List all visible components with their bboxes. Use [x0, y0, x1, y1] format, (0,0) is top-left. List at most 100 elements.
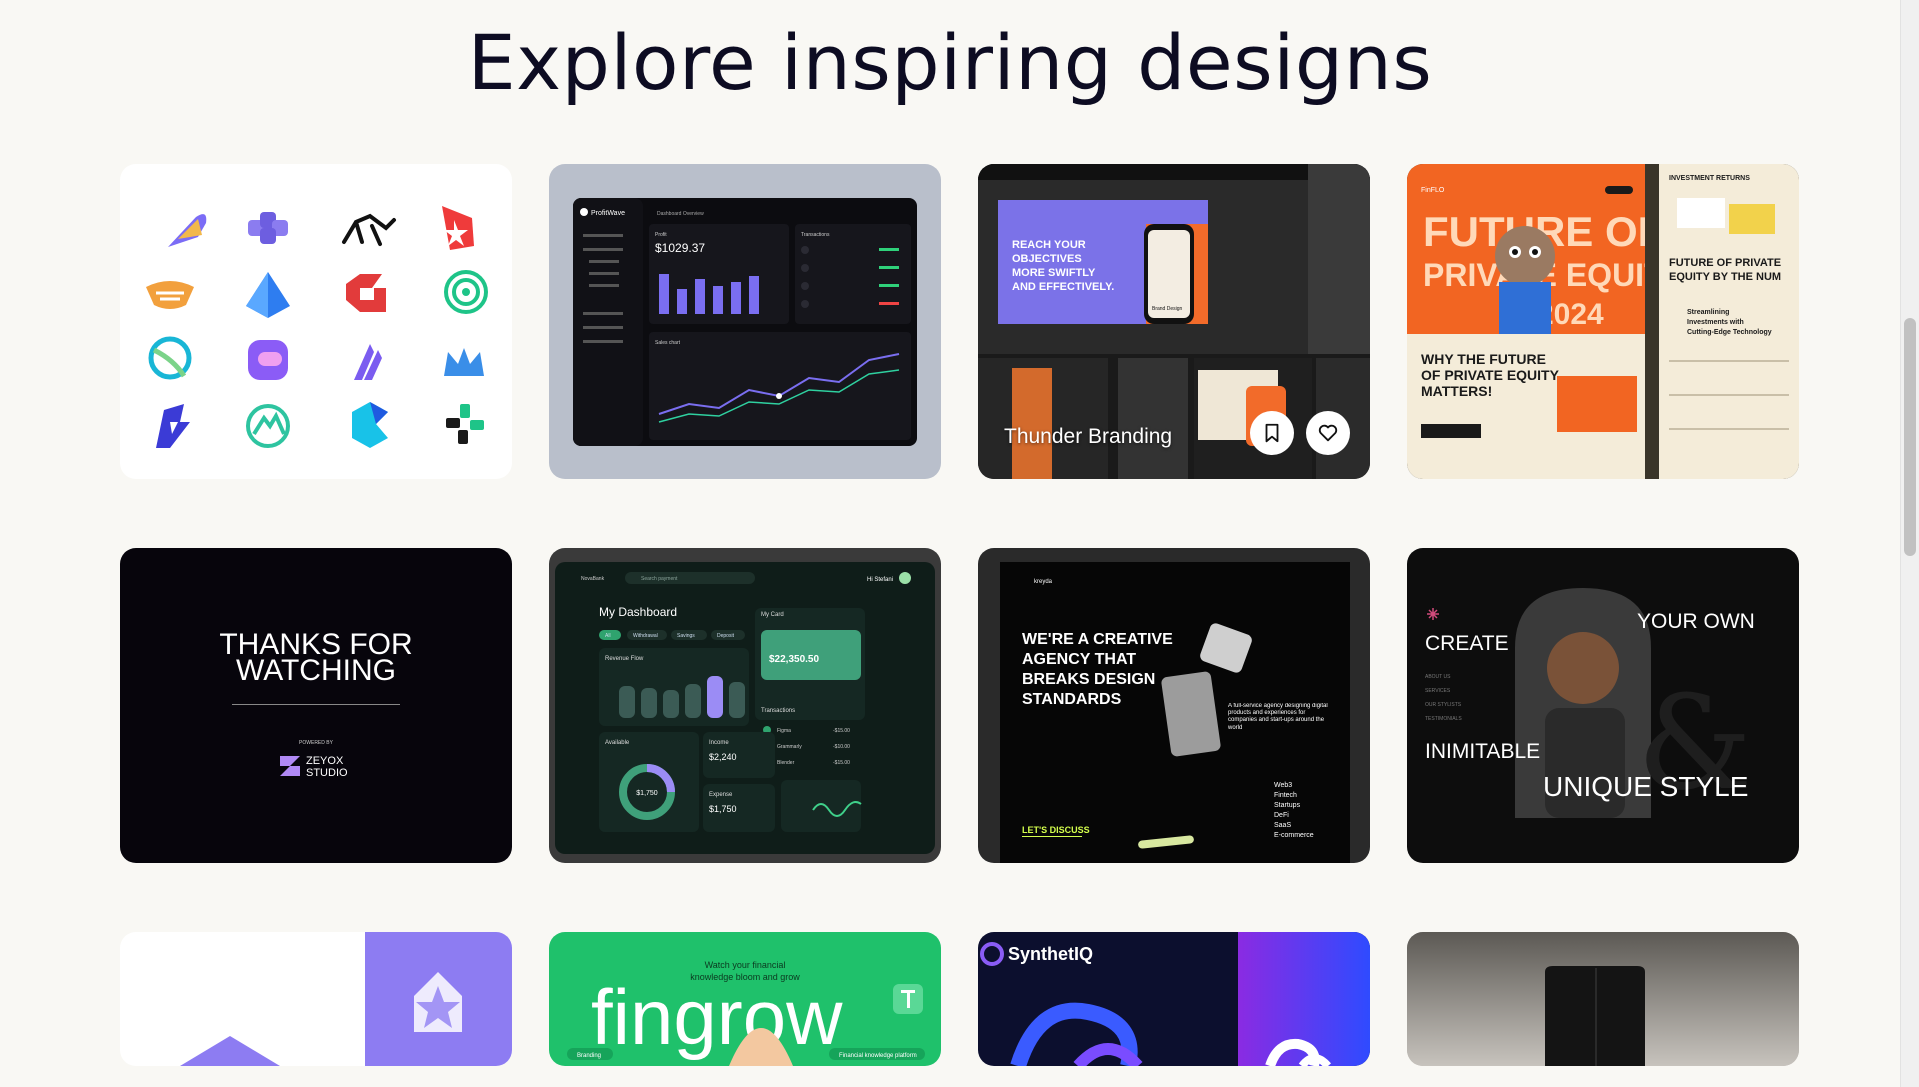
shot-card-synthetiq[interactable]: SynthetIQ [978, 932, 1370, 1066]
svg-text:NovaBank: NovaBank [581, 576, 605, 582]
svg-text:Brand Design: Brand Design [1152, 306, 1183, 312]
save-button[interactable] [1250, 411, 1294, 455]
svg-text:Fintech: Fintech [1274, 792, 1297, 799]
like-button[interactable] [1306, 411, 1350, 455]
svg-text:kreyda: kreyda [1034, 579, 1053, 585]
svg-text:Transactions: Transactions [761, 708, 795, 714]
profitwave-app-name: ProfitWave [591, 210, 625, 217]
svg-text:STANDARDS: STANDARDS [1022, 691, 1122, 708]
device-art [1407, 932, 1799, 1066]
svg-text:Streamlining: Streamlining [1687, 309, 1729, 316]
svg-text:WHY THE FUTURE: WHY THE FUTURE [1421, 351, 1546, 367]
svg-text:Cutting-Edge Technology: Cutting-Edge Technology [1687, 329, 1772, 336]
star-logo-art [180, 932, 512, 1066]
svg-text:E-commerce: E-commerce [1274, 832, 1314, 839]
svg-text:-$10.00: -$10.00 [833, 744, 850, 750]
finflo-art: FinFLO FUTURE OF PRIVATE EQUITY 2024 WHY… [1407, 164, 1799, 479]
shot-card-thunder-branding[interactable]: REACH YOUR OBJECTIVES MORE SWIFTLY AND E… [978, 164, 1370, 479]
svg-text:Expense: Expense [709, 792, 733, 798]
svg-text:MATTERS!: MATTERS! [1421, 383, 1492, 399]
shot-card-device[interactable] [1407, 932, 1799, 1066]
svg-text:Hi Stefani: Hi Stefani [867, 577, 893, 583]
svg-text:TESTIMONIALS: TESTIMONIALS [1425, 716, 1462, 722]
svg-text:My Card: My Card [761, 612, 784, 618]
shot-card-star-logo[interactable] [120, 932, 512, 1066]
shot-card-kreyda[interactable]: kreyda WE'RE A CREATIVE AGENCY THAT BREA… [978, 548, 1370, 863]
svg-text:Branding: Branding [577, 1053, 601, 1059]
shot-card-logos[interactable] [120, 164, 512, 479]
svg-text:Revenue Flow: Revenue Flow [605, 656, 644, 662]
svg-text:$1,750: $1,750 [636, 790, 658, 797]
logo-collection-art [146, 206, 488, 448]
synthetiq-art: SynthetIQ [980, 932, 1370, 1066]
svg-text:FUTURE OF PRIVATE: FUTURE OF PRIVATE [1669, 257, 1781, 269]
svg-text:REACH YOUR: REACH YOUR [1012, 239, 1086, 251]
profitwave-dashboard-art: ProfitWave Dashboard Overview Profit $10… [573, 198, 917, 446]
svg-text:INVESTMENT RETURNS: INVESTMENT RETURNS [1669, 175, 1750, 182]
svg-text:EQUITY BY THE NUM: EQUITY BY THE NUM [1669, 271, 1781, 283]
fingrow-art: Watch your financial knowledge bloom and… [567, 960, 925, 1066]
synthetiq-wordmark: SynthetIQ [1008, 944, 1093, 964]
svg-text:WATCHING: WATCHING [236, 654, 396, 687]
svg-text:AGENCY THAT: AGENCY THAT [1022, 651, 1136, 668]
svg-text:$1,750: $1,750 [709, 804, 737, 814]
svg-text:$22,350.50: $22,350.50 [769, 654, 819, 665]
svg-text:OUR STYLISTS: OUR STYLISTS [1425, 702, 1462, 708]
svg-text:Search payment: Search payment [641, 576, 678, 582]
svg-text:Deposit: Deposit [717, 633, 735, 639]
shot-card-profitwave[interactable]: ProfitWave Dashboard Overview Profit $10… [549, 164, 941, 479]
novabank-art: NovaBank Search payment Hi Stefani My Da… [555, 562, 935, 854]
svg-text:Financial knowledge platform: Financial knowledge platform [839, 1053, 917, 1059]
svg-text:CREATE: CREATE [1425, 632, 1509, 655]
svg-text:$2,240: $2,240 [709, 752, 737, 762]
svg-text:Withdrawal: Withdrawal [633, 633, 658, 639]
scrollbar-thumb[interactable] [1904, 318, 1916, 556]
shot-card-finflo[interactable]: FinFLO FUTURE OF PRIVATE EQUITY 2024 WHY… [1407, 164, 1799, 479]
svg-text:Transactions: Transactions [801, 232, 830, 238]
svg-text:Available: Available [605, 740, 630, 746]
svg-text:POWERED BY: POWERED BY [299, 740, 334, 746]
unique-style-art: & YOUR OWN CREATE INIMITABLE UNIQUE STYL… [1425, 588, 1755, 819]
svg-text:LET'S DISCUSS: LET'S DISCUSS [1022, 825, 1090, 835]
profit-value: $1029.37 [655, 241, 705, 255]
svg-text:SaaS: SaaS [1274, 822, 1291, 829]
shot-card-fingrow[interactable]: Watch your financial knowledge bloom and… [549, 932, 941, 1066]
page-scrollbar[interactable] [1900, 0, 1919, 1087]
svg-text:ABOUT US: ABOUT US [1425, 674, 1451, 680]
svg-text:-$15.00: -$15.00 [833, 728, 850, 734]
svg-text:WE'RE A CREATIVE: WE'RE A CREATIVE [1022, 631, 1173, 648]
svg-text:Blender: Blender [777, 760, 795, 766]
svg-text:UNIQUE STYLE: UNIQUE STYLE [1543, 771, 1748, 802]
svg-text:DeFi: DeFi [1274, 812, 1289, 819]
svg-text:YOUR OWN: YOUR OWN [1637, 610, 1755, 633]
svg-text:Dashboard Overview: Dashboard Overview [657, 211, 704, 217]
shot-title: Thunder Branding [1004, 425, 1173, 448]
svg-text:All: All [605, 633, 611, 639]
svg-text:AND EFFECTIVELY.: AND EFFECTIVELY. [1012, 281, 1114, 293]
svg-text:STUDIO: STUDIO [306, 767, 348, 779]
svg-text:Investments with: Investments with [1687, 319, 1744, 326]
svg-text:Startups: Startups [1274, 802, 1301, 809]
shot-card-novabank[interactable]: NovaBank Search payment Hi Stefani My Da… [549, 548, 941, 863]
svg-text:Sales chart: Sales chart [655, 340, 681, 346]
svg-text:-$15.00: -$15.00 [833, 760, 850, 766]
svg-text:BREAKS DESIGN: BREAKS DESIGN [1022, 671, 1155, 688]
shots-grid: ProfitWave Dashboard Overview Profit $10… [120, 164, 1799, 1066]
svg-text:INIMITABLE: INIMITABLE [1425, 740, 1540, 763]
svg-text:Grammarly: Grammarly [777, 744, 802, 750]
svg-text:Income: Income [709, 740, 729, 746]
shot-card-unique-style[interactable]: & YOUR OWN CREATE INIMITABLE UNIQUE STYL… [1407, 548, 1799, 863]
thanks-art: THANKS FOR WATCHING POWERED BY ZEYOX STU… [219, 628, 412, 779]
shot-card-thanks[interactable]: THANKS FOR WATCHING POWERED BY ZEYOX STU… [120, 548, 512, 863]
svg-text:MORE SWIFTLY: MORE SWIFTLY [1012, 267, 1096, 279]
svg-text:FinFLO: FinFLO [1421, 187, 1445, 194]
page-title: Explore inspiring designs [467, 18, 1433, 107]
fingrow-wordmark: fingrow [591, 973, 843, 1061]
svg-text:Profit: Profit [655, 232, 667, 238]
heart-icon [1318, 424, 1338, 442]
kreyda-art: kreyda WE'RE A CREATIVE AGENCY THAT BREA… [1000, 562, 1350, 863]
svg-text:My Dashboard: My Dashboard [599, 605, 677, 619]
svg-text:Watch your financial: Watch your financial [705, 960, 786, 970]
bookmark-icon [1265, 423, 1279, 443]
svg-text:ZEYOX: ZEYOX [306, 755, 344, 767]
